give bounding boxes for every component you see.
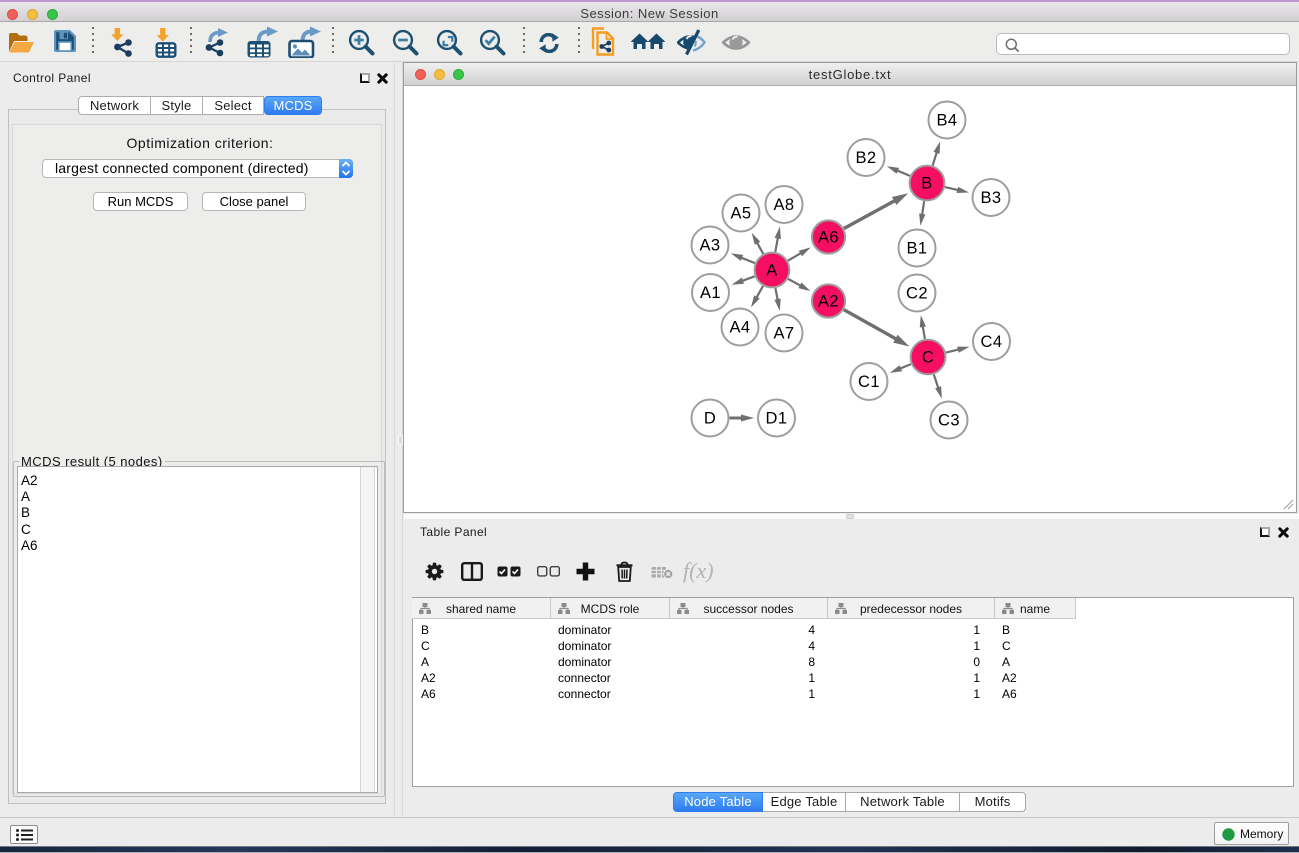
svg-text:A1: A1	[700, 284, 721, 302]
svg-text:C4: C4	[981, 333, 1003, 351]
svg-text:A8: A8	[774, 196, 795, 214]
svg-text:C: C	[922, 349, 934, 367]
svg-text:A7: A7	[774, 325, 795, 343]
svg-text:A: A	[766, 262, 777, 280]
svg-text:A6: A6	[818, 229, 839, 247]
svg-text:C2: C2	[906, 285, 928, 303]
svg-text:D: D	[704, 410, 716, 428]
svg-text:B3: B3	[981, 189, 1002, 207]
svg-text:A5: A5	[731, 205, 752, 223]
svg-text:A3: A3	[700, 237, 721, 255]
svg-text:B4: B4	[937, 112, 958, 130]
svg-text:A4: A4	[730, 319, 751, 337]
svg-text:B1: B1	[907, 240, 928, 258]
svg-text:A2: A2	[818, 293, 839, 311]
svg-text:B: B	[921, 175, 932, 193]
svg-text:B2: B2	[856, 149, 877, 167]
svg-text:D1: D1	[766, 410, 788, 428]
svg-text:C3: C3	[938, 412, 960, 430]
svg-text:C1: C1	[858, 373, 880, 391]
